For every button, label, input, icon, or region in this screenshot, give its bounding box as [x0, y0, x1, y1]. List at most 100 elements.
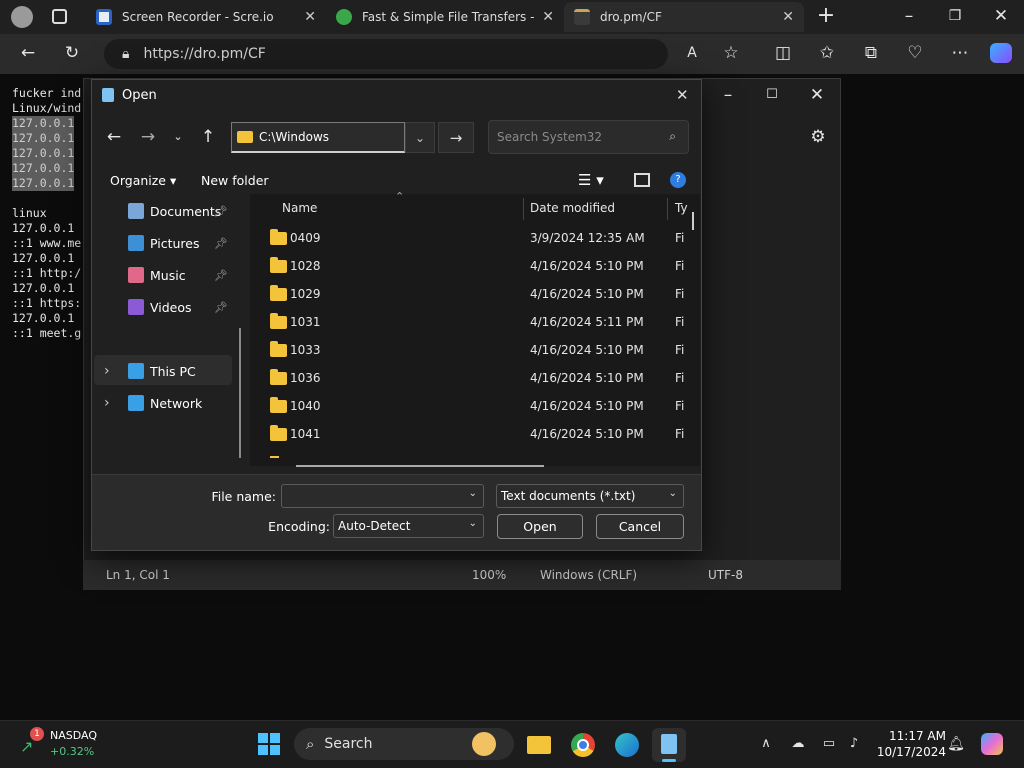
close-window-icon[interactable]: ✕ — [805, 83, 829, 107]
terminal-line: 127.0.0.1 — [12, 311, 75, 325]
close-tab-icon[interactable]: ✕ — [782, 9, 794, 25]
nav-item-this-pc[interactable]: › This PC — [92, 356, 242, 386]
encoding-select[interactable]: Auto-Detect ⌄ — [333, 514, 484, 538]
nav-item-music[interactable]: Music 📌︎ — [92, 260, 242, 290]
nav-item-label: Pictures — [150, 235, 200, 251]
folder-icon — [237, 131, 253, 143]
restore-icon[interactable]: ❐ — [943, 4, 967, 28]
show-hidden-icons-icon[interactable]: ∧ — [754, 732, 778, 756]
back-icon[interactable]: ← — [16, 41, 40, 65]
minimize-icon[interactable]: – — [897, 4, 921, 28]
file-row[interactable]: 1031 4/16/2024 5:11 PM Fi — [250, 308, 700, 336]
network-status-icon[interactable]: ▭ — [817, 732, 841, 756]
cancel-button[interactable]: Cancel — [596, 514, 684, 539]
path-history-dropdown[interactable]: ⌄ — [405, 122, 435, 153]
file-type-select[interactable]: Text documents (*.txt) ⌄ — [496, 484, 684, 508]
help-icon[interactable]: ? — [670, 172, 686, 188]
chrome-icon[interactable] — [566, 728, 600, 762]
refresh-icon[interactable]: ↻ — [60, 41, 84, 65]
minimize-icon[interactable]: – — [716, 83, 740, 107]
search-highlight-icon — [472, 732, 496, 756]
folder-icon — [270, 369, 287, 385]
stock-change: +0.32% — [50, 745, 95, 758]
lock-icon: 🔒︎ — [122, 46, 130, 62]
navigation-pane: Documents 📌︎ Pictures 📌︎ Music 📌︎ Videos 📌︎ › Thi… — [92, 194, 246, 466]
favorite-star-icon[interactable]: ☆ — [719, 41, 743, 65]
go-arrow-icon[interactable]: → — [438, 122, 474, 153]
tab-title: Screen Recorder - Scre.io — [122, 10, 274, 24]
column-name[interactable]: Name — [282, 194, 317, 222]
volume-icon[interactable]: ♪ — [842, 732, 866, 756]
up-folder-icon[interactable]: ↑ — [196, 125, 220, 149]
file-row[interactable]: 1040 4/16/2024 5:10 PM Fi — [250, 392, 700, 420]
chevron-right-icon[interactable]: › — [104, 395, 128, 411]
url-field[interactable]: 🔒︎ https://dro.pm/CF — [104, 39, 668, 69]
back-icon[interactable]: ← — [102, 125, 126, 149]
nav-item-pictures[interactable]: Pictures 📌︎ — [92, 228, 242, 258]
chevron-right-icon[interactable]: › — [104, 363, 128, 379]
close-window-icon[interactable]: ✕ — [989, 4, 1013, 28]
tab-actions-icon[interactable] — [52, 9, 67, 24]
nav-item-network[interactable]: › Network — [92, 388, 242, 418]
more-menu-icon[interactable]: ⋯ — [948, 41, 972, 65]
new-folder-button[interactable]: New folder — [201, 173, 269, 188]
file-list-vertical-scrollbar[interactable] — [692, 212, 694, 230]
favorites-icon[interactable]: ✩ — [815, 41, 839, 65]
windows-start-icon[interactable] — [258, 733, 280, 755]
nav-scrollbar[interactable] — [239, 328, 241, 458]
file-name-input[interactable]: ⌄ — [281, 484, 484, 508]
nav-item-documents[interactable]: Documents 📌︎ — [92, 196, 242, 226]
stock-widget[interactable]: ↗ 1 NASDAQ +0.32% — [20, 727, 110, 761]
tab-dro-pm[interactable]: dro.pm/CF ✕ — [564, 2, 804, 32]
file-name: 1036 — [290, 371, 321, 385]
open-button[interactable]: Open — [497, 514, 583, 539]
maximize-icon[interactable]: ☐ — [760, 83, 784, 107]
column-date-modified[interactable]: Date modified — [530, 194, 615, 222]
file-explorer-icon[interactable] — [522, 728, 556, 762]
file-type-value: Text documents (*.txt) — [501, 489, 636, 503]
view-options-icon[interactable]: ☰ ▾ — [578, 171, 604, 189]
forward-icon[interactable]: → — [136, 125, 160, 149]
terminal-line: ::1 meet.g — [12, 326, 82, 340]
tab-screen-recorder[interactable]: Screen Recorder - Scre.io ✕ — [86, 2, 326, 32]
notepad-taskbar-icon[interactable] — [652, 728, 686, 762]
column-type[interactable]: Ty — [675, 194, 688, 222]
chevron-down-icon: ⌄ — [468, 518, 477, 529]
clock[interactable]: 11:17 AM 10/17/2024 — [872, 728, 946, 760]
encoding-status: UTF-8 — [708, 568, 743, 582]
split-screen-icon[interactable]: ◫ — [771, 41, 795, 65]
recent-locations-icon[interactable]: ⌄ — [166, 125, 190, 149]
search-input[interactable]: Search System32 ⌕ — [488, 120, 689, 154]
search-label: Search — [324, 736, 373, 752]
close-dialog-icon[interactable]: ✕ — [676, 86, 689, 104]
organize-button[interactable]: Organize ▾ — [110, 173, 176, 188]
close-tab-icon[interactable]: ✕ — [304, 9, 316, 25]
notifications-bell-icon[interactable]: 🔔︎ — [944, 732, 968, 756]
file-list-horizontal-scrollbar[interactable] — [296, 465, 544, 467]
close-tab-icon[interactable]: ✕ — [542, 9, 554, 25]
nav-item-label: Network — [150, 395, 203, 411]
tab-filemail[interactable]: Fast & Simple File Transfers - File ✕ — [326, 2, 564, 32]
collections-icon[interactable]: ⧉ — [859, 41, 883, 65]
file-row[interactable]: 1033 4/16/2024 5:10 PM Fi — [250, 336, 700, 364]
preview-pane-icon[interactable] — [634, 173, 650, 187]
settings-gear-icon[interactable]: ⚙ — [806, 125, 830, 149]
performance-icon[interactable]: ♡ — [903, 41, 927, 65]
onedrive-icon[interactable]: ☁ — [786, 732, 810, 756]
file-row[interactable]: 1041 4/16/2024 5:10 PM Fi — [250, 420, 700, 448]
file-row[interactable]: 1028 4/16/2024 5:10 PM Fi — [250, 252, 700, 280]
copilot-pre-icon[interactable] — [981, 733, 1003, 755]
terminal-line: 127.0.0.1 — [12, 281, 75, 295]
file-row[interactable]: 0409 3/9/2024 12:35 AM Fi — [250, 224, 700, 252]
file-row[interactable]: 1029 4/16/2024 5:10 PM Fi — [250, 280, 700, 308]
edge-icon[interactable] — [610, 728, 644, 762]
nav-item-videos[interactable]: Videos 📌︎ — [92, 292, 242, 322]
screen-recorder-icon — [96, 9, 112, 25]
taskbar-search[interactable]: ⌕ Search — [294, 728, 514, 760]
read-aloud-icon[interactable]: A — [680, 41, 704, 65]
file-row[interactable]: 1036 4/16/2024 5:10 PM Fi — [250, 364, 700, 392]
path-input[interactable]: C:\Windows — [231, 122, 405, 153]
copilot-icon[interactable] — [990, 43, 1012, 63]
new-tab-button[interactable]: + — [814, 4, 838, 28]
profile-avatar-icon[interactable] — [11, 6, 33, 28]
